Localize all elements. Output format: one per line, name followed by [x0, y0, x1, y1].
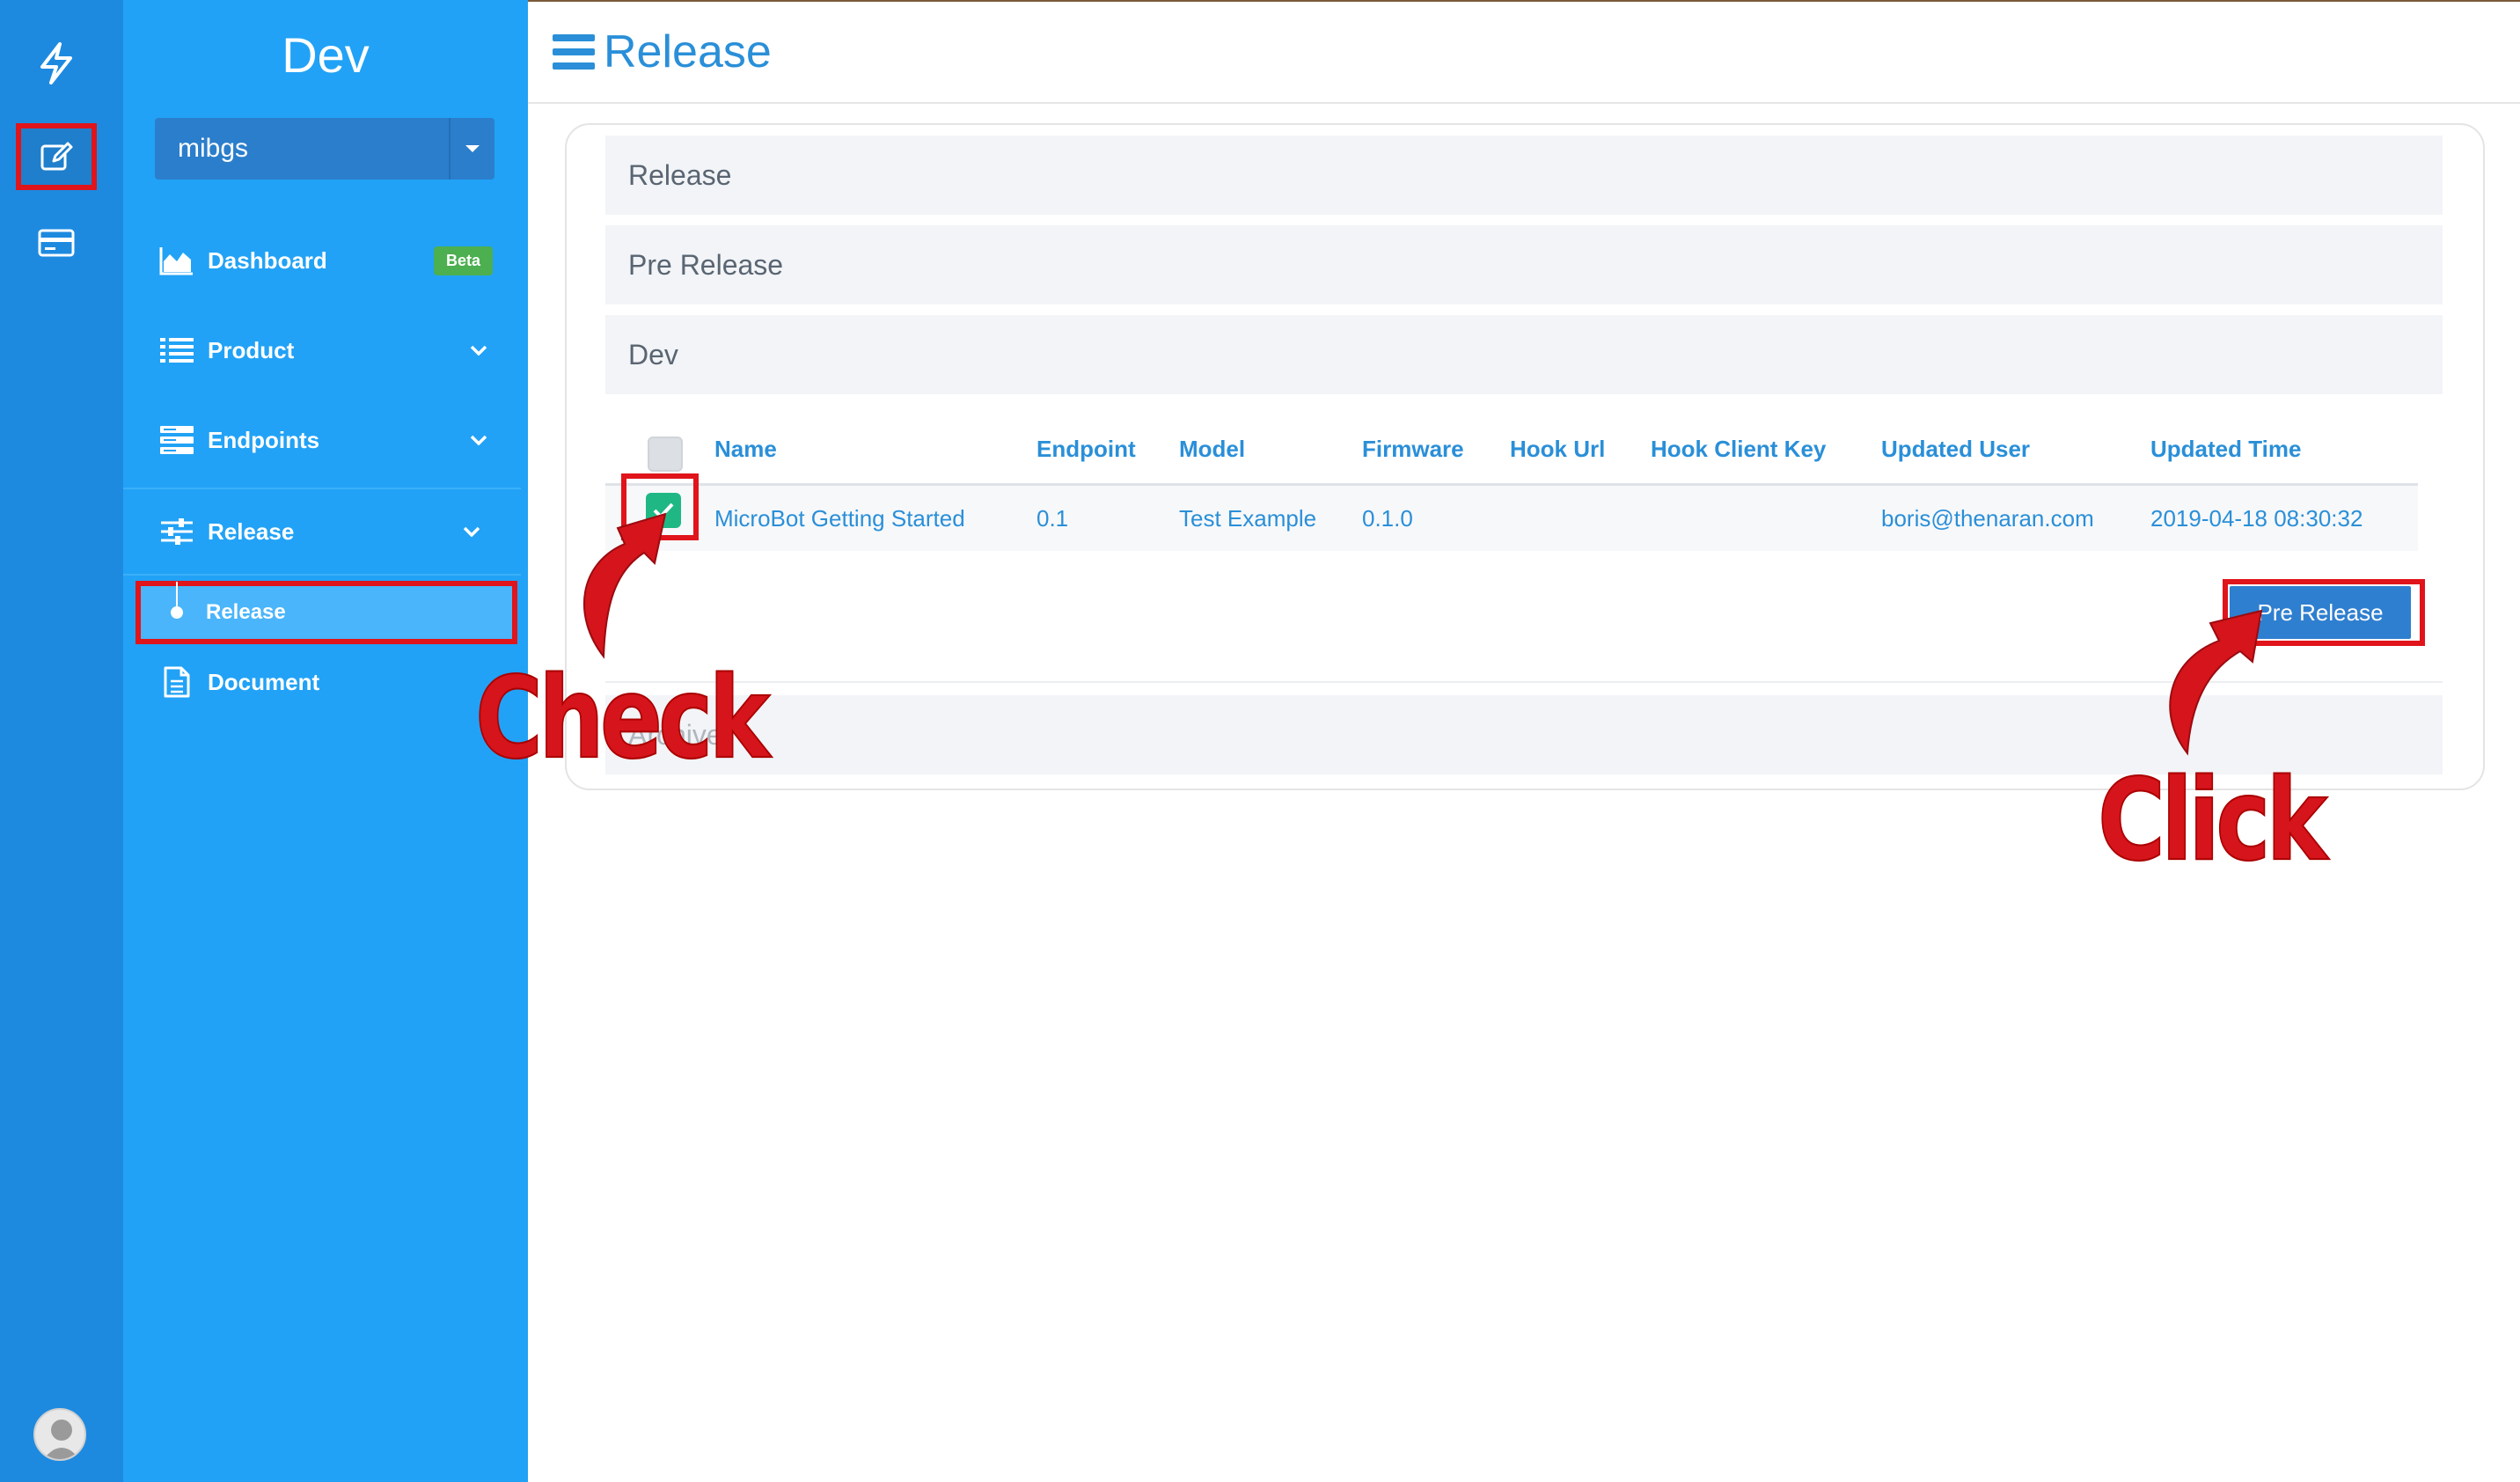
- select-all-checkbox[interactable]: [648, 437, 683, 472]
- sidebar-item-label: Product: [208, 336, 295, 363]
- area-chart-icon: [158, 242, 195, 279]
- caret-down-icon: [449, 118, 494, 180]
- accordion-release[interactable]: Release: [605, 136, 2443, 215]
- column-header-endpoint[interactable]: Endpoint: [1037, 415, 1136, 483]
- curved-arrow-icon: [582, 512, 667, 659]
- annotation-check: Check: [474, 652, 771, 785]
- sidebar-item-product[interactable]: Product: [123, 306, 528, 394]
- card-icon[interactable]: [16, 209, 97, 276]
- avatar[interactable]: [33, 1408, 86, 1461]
- chevron-down-icon: [461, 345, 496, 356]
- cell-firmware: 0.1.0: [1362, 504, 1413, 532]
- document-icon: [158, 666, 195, 698]
- app-title: Dev: [282, 27, 370, 83]
- sidebar-subitem-label: Document: [208, 668, 320, 695]
- sidebar-item-label: Dashboard: [208, 246, 327, 274]
- edit-icon[interactable]: [16, 123, 97, 190]
- curved-arrow-icon: [2169, 609, 2263, 756]
- chevron-down-icon: [461, 435, 496, 445]
- column-header-updated-time[interactable]: Updated Time: [2150, 415, 2301, 483]
- column-header-model[interactable]: Model: [1179, 415, 1245, 483]
- sidebar-subitem-document[interactable]: Document: [158, 651, 319, 713]
- column-header-updated-user[interactable]: Updated User: [1881, 415, 2030, 483]
- list-icon: [158, 332, 195, 369]
- sidebar: Dev mibgs Dashboard Beta Product Endpoin…: [123, 0, 528, 1482]
- accordion-pre-release[interactable]: Pre Release: [605, 225, 2443, 304]
- cell-name[interactable]: MicroBot Getting Started: [714, 486, 965, 551]
- cell-updated-user: boris@thenaran.com: [1881, 504, 2094, 532]
- beta-badge: Beta: [433, 246, 493, 275]
- page-title: Release: [604, 26, 772, 77]
- page-header: Release: [528, 0, 2520, 104]
- cell-endpoint: 0.1: [1037, 504, 1069, 532]
- sidebar-subitem-label: Release: [206, 600, 286, 624]
- sidebar-item-label: Endpoints: [208, 426, 320, 453]
- cell-updated-time: 2019-04-18 08:30:32: [2150, 504, 2363, 532]
- column-header-name[interactable]: Name: [714, 415, 777, 483]
- org-select-value: mibgs: [178, 134, 249, 163]
- column-header-hook-url[interactable]: Hook Url: [1510, 415, 1605, 483]
- sliders-icon: [158, 513, 195, 550]
- column-header-hook-client-key[interactable]: Hook Client Key: [1651, 415, 1826, 483]
- table-header: Name Endpoint Model Firmware Hook Url Ho…: [605, 415, 2418, 486]
- hamburger-menu-icon[interactable]: [553, 34, 595, 70]
- cell-model: Test Example: [1179, 504, 1317, 532]
- active-dot-icon: [171, 582, 183, 619]
- org-select[interactable]: mibgs: [155, 118, 494, 180]
- sidebar-item-label: Release: [208, 517, 295, 545]
- accordion-dev[interactable]: Dev: [605, 315, 2443, 394]
- server-icon: [158, 422, 195, 459]
- chevron-down-icon: [454, 526, 489, 537]
- sidebar-item-dashboard[interactable]: Dashboard Beta: [123, 216, 528, 304]
- sidebar-item-release[interactable]: Release: [123, 488, 521, 576]
- table-row[interactable]: MicroBot Getting Started 0.1 Test Exampl…: [605, 473, 2418, 551]
- sidebar-subitem-release[interactable]: Release: [136, 581, 517, 644]
- column-header-firmware[interactable]: Firmware: [1362, 415, 1464, 483]
- icon-rail: [0, 0, 123, 1482]
- sidebar-item-endpoints[interactable]: Endpoints: [123, 396, 528, 484]
- bolt-icon[interactable]: [16, 30, 97, 97]
- annotation-click: Click: [2097, 754, 2328, 887]
